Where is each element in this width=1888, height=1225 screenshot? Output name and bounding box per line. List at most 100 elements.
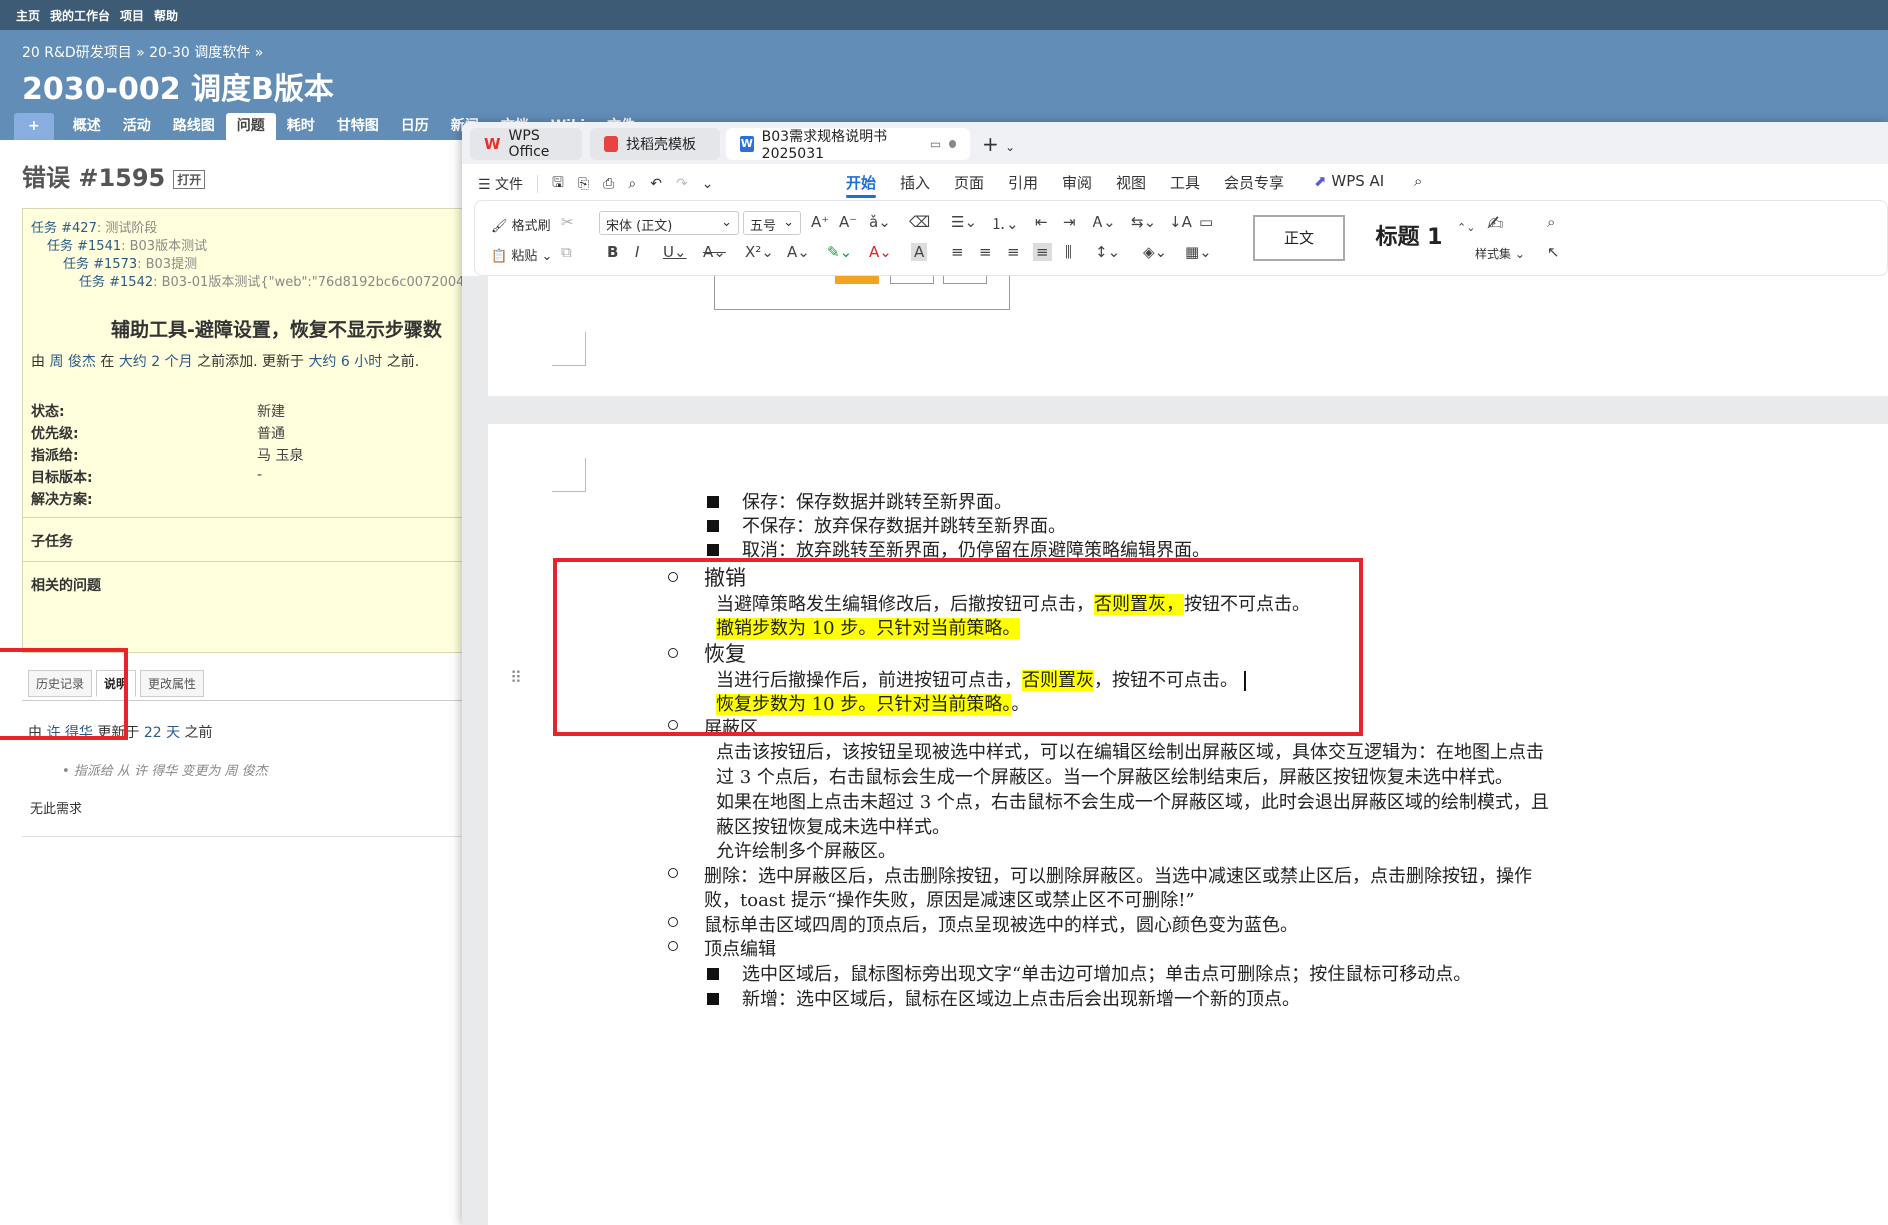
numbered-list-icon[interactable]: ⒈⌄ bbox=[991, 213, 1019, 234]
highlight-color-icon[interactable]: ✎⌄ bbox=[827, 243, 852, 261]
annotation-box-left bbox=[0, 648, 128, 740]
copy-icon[interactable]: ⧉ bbox=[561, 243, 572, 261]
style-normal[interactable]: 正文 bbox=[1253, 215, 1345, 261]
menu-view[interactable]: 视图 bbox=[1116, 172, 1146, 193]
line-spacing-icon[interactable]: ↕⌄ bbox=[1095, 243, 1120, 261]
superscript-icon[interactable]: X²⌄ bbox=[745, 243, 774, 261]
clear-format-icon[interactable]: ⌫ bbox=[909, 213, 930, 231]
underline-icon[interactable]: U⌄ bbox=[663, 243, 687, 261]
menu-references[interactable]: 引用 bbox=[1008, 172, 1038, 193]
tab-gantt[interactable]: 甘特图 bbox=[326, 113, 390, 140]
tab-calendar[interactable]: 日历 bbox=[390, 113, 440, 140]
parent-task-1-link[interactable]: 任务 #427 bbox=[31, 221, 97, 236]
menu-tools[interactable]: 工具 bbox=[1170, 172, 1200, 193]
file-menu[interactable]: ☰ 文件 bbox=[478, 174, 523, 194]
menu-member[interactable]: 会员专享 bbox=[1224, 172, 1284, 193]
print-preview-icon[interactable]: ⌕ bbox=[628, 176, 636, 192]
top-menu-home[interactable]: 主页 bbox=[16, 7, 40, 24]
journal-note: 无此需求 bbox=[30, 802, 83, 817]
format-painter-button[interactable]: 🖌 格式刷 bbox=[491, 215, 551, 234]
journal-time-link[interactable]: 22 天 bbox=[144, 725, 180, 741]
italic-icon[interactable]: I bbox=[635, 243, 639, 261]
grow-font-icon[interactable]: A⁺ bbox=[811, 213, 829, 231]
menu-home[interactable]: 开始 bbox=[846, 172, 876, 193]
menu-wps-ai[interactable]: ⬈ WPS AI bbox=[1314, 172, 1384, 190]
style-set-icon[interactable]: ✍ bbox=[1487, 211, 1504, 235]
distributed-align-icon[interactable]: ⫼ bbox=[1065, 243, 1072, 261]
select-icon[interactable]: ↖ bbox=[1547, 243, 1560, 261]
redo-icon[interactable]: ↷ bbox=[676, 176, 688, 192]
tab-spent-time[interactable]: 耗时 bbox=[276, 113, 326, 140]
breadcrumb[interactable]: 20 R&D研发项目 » 20-30 调度软件 » bbox=[22, 42, 263, 62]
more-chevron-icon[interactable]: ⌄ bbox=[702, 176, 714, 192]
delete-line-2: 败，toast 提示“操作失败，原因是减速区或禁止区不可删除!” bbox=[704, 890, 1195, 911]
author-link[interactable]: 周 俊杰 bbox=[49, 354, 95, 370]
new-tab-button[interactable]: + ⌄ bbox=[982, 132, 1015, 156]
top-menu-my-page[interactable]: 我的工作台 bbox=[50, 7, 110, 24]
tab-issues[interactable]: 问题 bbox=[225, 113, 276, 140]
top-menu-help[interactable]: 帮助 bbox=[154, 7, 178, 24]
borders-icon[interactable]: ▦⌄ bbox=[1185, 243, 1212, 261]
paste-icon: 📋 bbox=[491, 249, 508, 264]
style-scroll-icon[interactable]: ⌃⌄ bbox=[1457, 221, 1475, 234]
justify-icon[interactable]: ≡ bbox=[1033, 243, 1052, 261]
wps-tab-document[interactable]: W B03需求规格说明书2025031 ▭ bbox=[726, 128, 970, 162]
text-effect-icon[interactable]: A⌄ bbox=[787, 243, 810, 261]
parent-task-4-link[interactable]: 任务 #1542 bbox=[79, 275, 153, 290]
wps-tab-home[interactable]: W WPS Office bbox=[470, 128, 582, 160]
paste-button[interactable]: 📋 粘贴 ⌄ bbox=[491, 245, 552, 264]
shield-line-3: 如果在地图上点击未超过 3 个点，右击鼠标不会生成一个屏蔽区域，此时会退出屏蔽区… bbox=[716, 792, 1549, 813]
parent-task-2-link[interactable]: 任务 #1541 bbox=[47, 239, 121, 254]
paste-label: 粘贴 bbox=[511, 249, 538, 264]
menu-insert[interactable]: 插入 bbox=[900, 172, 930, 193]
align-center-icon[interactable]: ≡ bbox=[979, 243, 992, 261]
tab-property-changes[interactable]: 更改属性 bbox=[140, 670, 205, 697]
tab-new[interactable]: + bbox=[14, 113, 54, 140]
created-time-link[interactable]: 大约 2 个月 bbox=[119, 354, 193, 370]
export-icon[interactable]: ⎘ bbox=[578, 176, 589, 192]
chevron-down-icon[interactable]: ⌄ bbox=[1005, 140, 1015, 154]
cut-icon[interactable]: ✂ bbox=[561, 213, 574, 231]
undo-icon[interactable]: ↶ bbox=[650, 176, 662, 192]
updated-time-link[interactable]: 大约 6 小时 bbox=[308, 354, 382, 370]
document-canvas[interactable]: 保存：保存数据并跳转至新界面。 不保存：放弃保存数据并跳转至新界面。 取消：放弃… bbox=[462, 276, 1888, 1225]
chinese-layout-icon[interactable]: Ꭺ⌄ bbox=[1093, 213, 1116, 231]
align-right-icon[interactable]: ≡ bbox=[1007, 243, 1020, 261]
bold-icon[interactable]: B bbox=[607, 243, 618, 261]
top-menu-projects[interactable]: 项目 bbox=[120, 7, 144, 24]
drag-handle-icon[interactable]: ⠿ bbox=[510, 668, 522, 687]
font-color-icon[interactable]: A⌄ bbox=[869, 243, 892, 261]
monitor-icon: ▭ bbox=[929, 137, 942, 151]
menu-page[interactable]: 页面 bbox=[954, 172, 984, 193]
sort-icon[interactable]: ↓A bbox=[1169, 213, 1192, 231]
wps-tab-templates[interactable]: 找稻壳模板 bbox=[590, 128, 720, 160]
style-set-button[interactable]: 样式集 ⌄ bbox=[1475, 245, 1525, 262]
status-pill: 打开 bbox=[173, 169, 206, 189]
attr-assignee-value[interactable]: 马 玉泉 bbox=[257, 445, 303, 465]
text-direction-icon[interactable]: ⇆⌄ bbox=[1131, 213, 1156, 231]
tab-overview[interactable]: 概述 bbox=[62, 113, 112, 140]
font-family-select[interactable]: 宋体 (正文) ⌄ bbox=[599, 211, 739, 235]
find-icon[interactable]: ⌕ bbox=[1547, 213, 1555, 231]
save-icon[interactable]: 🖫 bbox=[552, 172, 564, 196]
related-issues-label: 相关的问题 bbox=[31, 578, 101, 594]
char-shading-icon[interactable]: A bbox=[911, 243, 928, 261]
phonetic-icon[interactable]: ǎ⌄ bbox=[869, 213, 891, 231]
search-icon[interactable]: ⌕ bbox=[1414, 172, 1422, 190]
print-icon[interactable]: ⎙ bbox=[603, 176, 614, 192]
tab-roadmap[interactable]: 路线图 bbox=[162, 113, 226, 140]
menu-review[interactable]: 审阅 bbox=[1062, 172, 1092, 193]
show-marks-icon[interactable]: ▭ bbox=[1199, 213, 1213, 231]
shrink-font-icon[interactable]: A⁻ bbox=[839, 213, 857, 231]
font-size-select[interactable]: 五号 ⌄ bbox=[743, 211, 801, 235]
align-left-icon[interactable]: ≡ bbox=[951, 243, 964, 261]
increase-indent-icon[interactable]: ⇥ bbox=[1063, 213, 1076, 231]
decrease-indent-icon[interactable]: ⇤ bbox=[1035, 213, 1048, 231]
strikethrough-icon[interactable]: A⌄ bbox=[703, 243, 726, 261]
tab-activity[interactable]: 活动 bbox=[112, 113, 162, 140]
style-heading-1[interactable]: 标题 1 bbox=[1361, 215, 1457, 261]
shading-icon[interactable]: ◈⌄ bbox=[1143, 243, 1167, 261]
bullet-list-icon[interactable]: ☰⌄ bbox=[951, 213, 977, 231]
unsaved-dot-icon[interactable] bbox=[949, 140, 957, 148]
parent-task-3-link[interactable]: 任务 #1573 bbox=[63, 257, 137, 272]
